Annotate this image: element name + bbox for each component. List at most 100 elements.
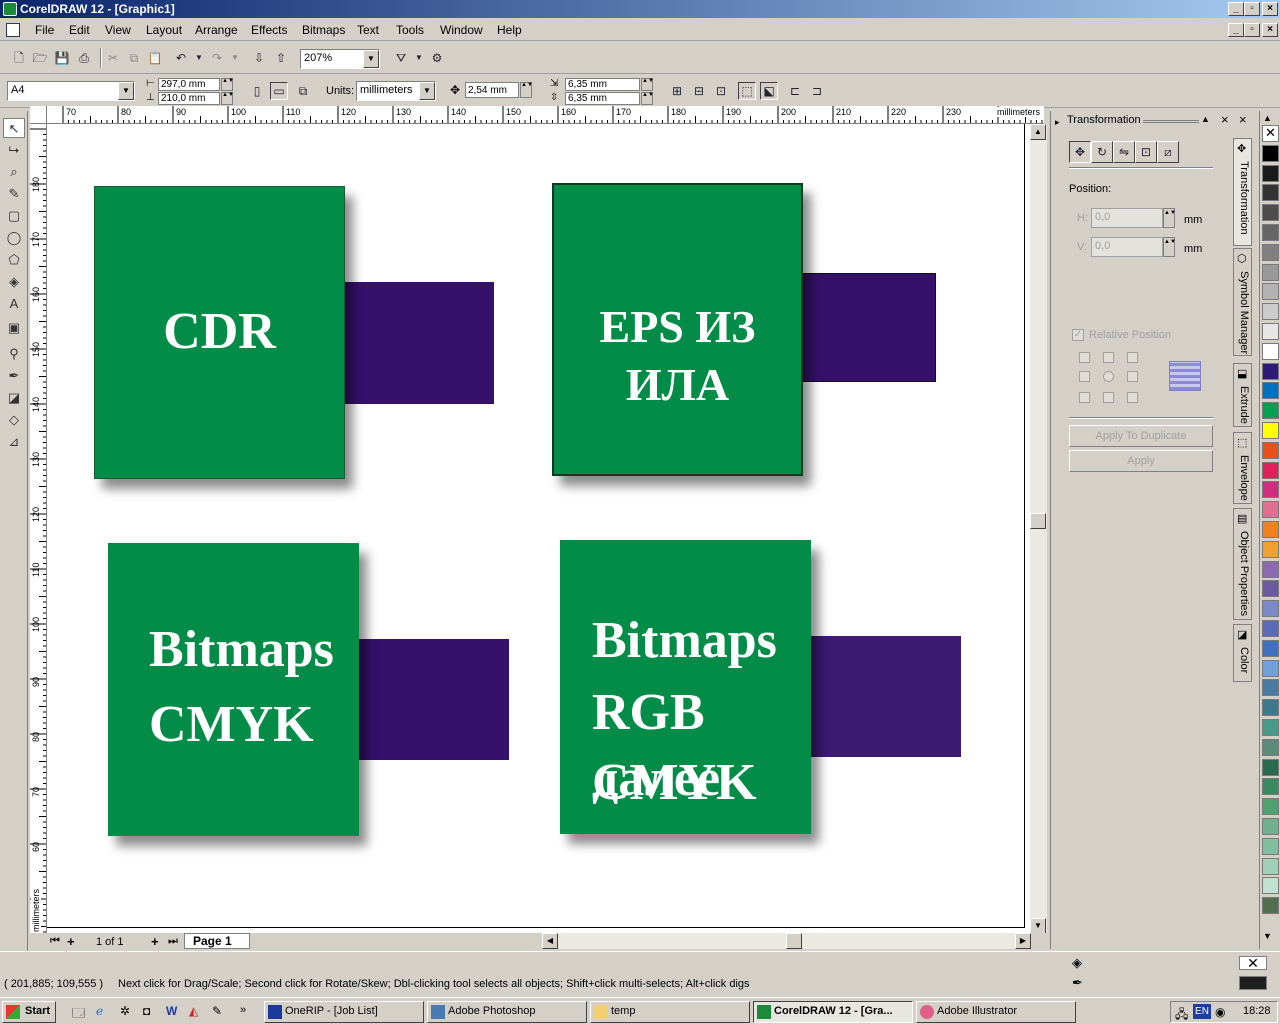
menu-window[interactable]: Window [440,23,483,37]
last-page-icon[interactable]: ⏭ [168,935,178,948]
fill-indicator-icon[interactable]: ◈ [1072,955,1082,971]
text-tool-icon[interactable]: A [3,294,25,314]
v-position-spinner[interactable]: ▲▼ [1163,237,1176,257]
docker-collapse-icon[interactable]: ▲ [1201,114,1210,124]
anchor-middle-right[interactable] [1127,371,1138,382]
palette-scroll-up-icon[interactable]: ▲ [1263,113,1272,123]
anchor-bottom-right[interactable] [1127,392,1138,403]
add-page-after-icon[interactable]: + [151,934,159,949]
scroll-up-button[interactable]: ▲ [1030,124,1046,140]
scale-mode-icon[interactable]: ⇋ [1113,141,1135,163]
color-swatch[interactable] [1262,323,1279,340]
purple-rectangle[interactable] [797,273,936,382]
language-indicator[interactable]: EN [1193,1004,1211,1019]
page-height-spinner[interactable]: ▲▼ [221,92,234,105]
green-square-bitmaps-rgb[interactable]: Bitmaps RGB далее CMYK [560,540,811,834]
tab-symbol-manager[interactable]: ⬡ Symbol Manager [1233,248,1252,356]
treat-as-filled-icon[interactable]: ⬚ [738,82,756,100]
task-coreldraw[interactable]: CorelDRAW 12 - [Gra... [753,1001,913,1023]
quicklaunch-app-icon[interactable]: ✲ [120,1004,130,1018]
undo-dropdown-icon[interactable]: ▼ [190,49,208,67]
green-square-bitmaps-cmyk[interactable]: Bitmaps CMYK [108,543,359,836]
doc-restore-button[interactable]: ▫ [1244,23,1260,37]
apply-button[interactable]: Apply [1069,450,1213,472]
polygon-tool-icon[interactable]: ⬠ [3,250,25,270]
apply-to-duplicate-button[interactable]: Apply To Duplicate [1069,425,1213,447]
color-swatch[interactable] [1262,204,1279,222]
chevron-down-icon[interactable]: ▼ [118,82,134,100]
purple-rectangle[interactable] [337,282,494,404]
scroll-right-button[interactable]: ▶ [1015,933,1031,949]
fill-none-swatch[interactable]: ✕ [1239,956,1267,970]
add-page-before-icon[interactable]: + [67,934,75,949]
task-illustrator[interactable]: Adobe Illustrator [916,1001,1076,1023]
position-mode-icon[interactable]: ✥ [1069,141,1091,163]
relative-position-checkbox[interactable]: ✓ [1072,329,1084,341]
eyedropper-tool-icon[interactable]: ⚲ [3,344,25,364]
skew-mode-icon[interactable]: ⧄ [1157,141,1179,163]
scroll-thumb[interactable] [1030,513,1046,529]
acrobat-icon[interactable]: ◭ [189,1004,198,1018]
task-onerip[interactable]: OneRIP - [Job List] [264,1001,424,1023]
color-swatch[interactable] [1262,184,1279,202]
page-layout-icon[interactable]: ⧉ [294,82,312,100]
anchor-top-left[interactable] [1079,352,1090,363]
show-desktop-icon[interactable]: 🗔 [72,1004,85,1024]
green-square-eps[interactable]: EPS ИЗ ИЛА [552,183,803,476]
ruler-corner[interactable] [30,106,47,124]
menu-file[interactable]: File [35,23,54,37]
tab-transformation[interactable]: ✥ Transformation [1233,138,1252,246]
color-swatch[interactable] [1262,699,1279,717]
duplicate-x-field[interactable]: 6,35 mm [565,78,640,91]
set-as-default-icon[interactable]: ⊐ [808,82,826,100]
new-icon[interactable]: 🗋 [10,49,28,67]
launcher-dropdown-icon[interactable]: ▼ [410,49,428,67]
smart-fill-tool-icon[interactable]: ⊿ [3,432,25,452]
coreldraw-app-icon[interactable] [3,2,17,16]
interactive-blend-tool-icon[interactable]: ▣ [3,318,25,338]
menu-bitmaps[interactable]: Bitmaps [302,23,345,37]
color-swatch[interactable] [1262,540,1279,558]
anchor-center[interactable] [1103,371,1114,382]
doc-minimize-button[interactable]: _ [1228,23,1244,37]
outline-indicator-icon[interactable]: ✒ [1072,975,1083,991]
page-width-field[interactable]: 297,0 mm [158,78,220,91]
color-swatch[interactable] [1262,521,1279,538]
options-icon[interactable]: ⚙ [428,49,446,67]
docker-grip[interactable] [1143,120,1199,123]
color-swatch[interactable] [1262,778,1279,796]
palette-scroll-down-icon[interactable]: ▼ [1263,931,1272,941]
color-swatch[interactable] [1262,441,1279,459]
color-swatch[interactable] [1262,560,1279,578]
menu-help[interactable]: Help [497,23,522,37]
color-swatch[interactable] [1262,877,1279,895]
network-icon[interactable]: 🖧 [1175,1005,1188,1024]
basic-shapes-tool-icon[interactable]: ◈ [3,272,25,292]
h-position-field[interactable]: 0,0 [1091,208,1163,228]
scroll-down-button[interactable]: ▼ [1030,918,1046,934]
copy-icon[interactable]: ⧉ [125,49,143,67]
import-icon[interactable]: ⇩ [250,49,268,67]
color-swatch[interactable] [1262,501,1279,519]
color-swatch[interactable] [1262,402,1279,420]
color-swatch[interactable] [1262,620,1279,637]
color-swatch[interactable] [1262,580,1279,598]
drawing-scale-icon[interactable]: ⊏ [786,82,804,100]
anchor-top-center[interactable] [1103,352,1114,363]
tab-extrude[interactable]: ⬓ Extrude [1233,363,1252,427]
anchor-top-right[interactable] [1127,352,1138,363]
color-swatch[interactable] [1262,342,1279,360]
anchor-bottom-center[interactable] [1103,392,1114,403]
application-launcher-icon[interactable]: ⛛ [392,49,410,67]
menu-tools[interactable]: Tools [396,23,424,37]
color-swatch[interactable] [1262,639,1279,657]
color-swatch[interactable] [1262,659,1279,677]
duplicate-y-field[interactable]: 6,35 mm [565,92,640,105]
tray-app-icon[interactable]: ◉ [1215,1005,1225,1019]
duplicate-x-spinner[interactable]: ▲▼ [641,78,654,91]
color-swatch[interactable] [1262,837,1279,855]
menu-layout[interactable]: Layout [146,23,182,37]
chevron-down-icon[interactable]: ▼ [363,50,379,68]
docker-close-icon[interactable]: × [1221,112,1229,127]
size-mode-icon[interactable]: ⊡ [1135,141,1157,163]
